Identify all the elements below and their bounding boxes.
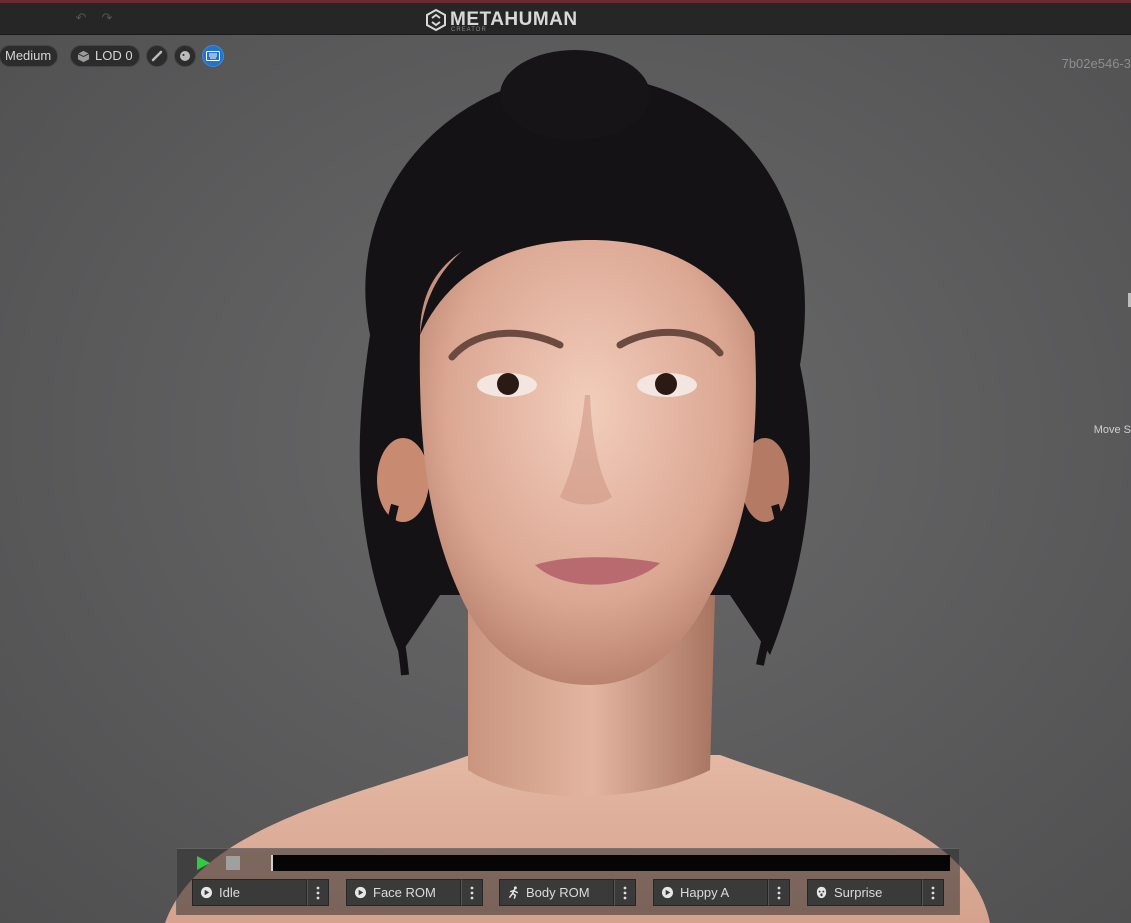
keyboard-button[interactable] — [202, 45, 224, 67]
kebab-menu-icon — [470, 886, 474, 899]
face-icon — [816, 886, 827, 899]
anim-options-button[interactable] — [922, 879, 944, 906]
keyboard-icon — [206, 51, 220, 61]
anim-button[interactable]: Happy A — [653, 879, 768, 906]
anim-preset-body-rom[interactable]: Body ROM — [499, 879, 636, 906]
app-subtitle: CREATOR — [451, 27, 487, 33]
kebab-menu-icon — [777, 886, 781, 899]
anim-options-button[interactable] — [614, 879, 636, 906]
anim-options-button[interactable] — [461, 879, 483, 906]
anim-preset-surprise[interactable]: Surprise — [807, 879, 944, 906]
play-circle-icon — [661, 886, 674, 899]
move-hint: Move S — [1093, 424, 1131, 436]
anim-button[interactable]: Surprise — [807, 879, 922, 906]
metahuman-logo-icon — [426, 9, 446, 31]
character-viewport[interactable]: Medium LOD 0 7b02e546-3 Move S — [0, 35, 1131, 923]
head-view-button[interactable] — [174, 45, 196, 67]
redo-icon[interactable]: ↷ — [99, 11, 115, 27]
kebab-menu-icon — [623, 886, 627, 899]
character-render — [165, 50, 990, 923]
anim-preset-happy-a[interactable]: Happy A — [653, 879, 790, 906]
lod-dropdown[interactable]: LOD 0 — [70, 45, 140, 67]
anim-label: Surprise — [834, 885, 883, 900]
anim-label: Body ROM — [526, 885, 590, 900]
running-figure-icon — [509, 886, 518, 899]
anim-button[interactable]: Idle — [192, 879, 307, 906]
kebab-menu-icon — [316, 886, 320, 899]
anim-label: Idle — [219, 885, 240, 900]
animation-player: Idle Face ROM Body ROM Happy A Surprise — [176, 848, 960, 915]
character-id: 7b02e546-3 — [1061, 56, 1131, 71]
timeline-playhead[interactable] — [271, 855, 273, 871]
app-logo: METAHUMAN CREATOR — [425, 8, 578, 33]
kebab-menu-icon — [931, 886, 935, 899]
brush-icon — [151, 50, 163, 62]
anim-button[interactable]: Body ROM — [499, 879, 614, 906]
undo-icon[interactable]: ↶ — [73, 11, 89, 27]
head-icon — [180, 51, 190, 61]
anim-preset-idle[interactable]: Idle — [192, 879, 329, 906]
timeline-scrubber[interactable] — [271, 855, 950, 871]
anim-button[interactable]: Face ROM — [346, 879, 461, 906]
anim-label: Face ROM — [373, 885, 436, 900]
anim-label: Happy A — [680, 885, 730, 900]
cube-icon — [77, 50, 90, 62]
anim-options-button[interactable] — [307, 879, 329, 906]
play-circle-icon — [200, 886, 213, 899]
play-circle-icon — [354, 886, 367, 899]
title-bar: ↶ ↷ METAHUMAN CREATOR — [0, 3, 1131, 35]
brush-button[interactable] — [146, 45, 168, 67]
quality-label: Medium — [5, 48, 52, 63]
stop-icon[interactable] — [226, 856, 240, 870]
quality-dropdown[interactable]: Medium — [0, 45, 59, 67]
lod-label: LOD 0 — [95, 48, 133, 63]
anim-preset-face-rom[interactable]: Face ROM — [346, 879, 483, 906]
play-icon[interactable] — [195, 855, 211, 871]
anim-options-button[interactable] — [768, 879, 790, 906]
